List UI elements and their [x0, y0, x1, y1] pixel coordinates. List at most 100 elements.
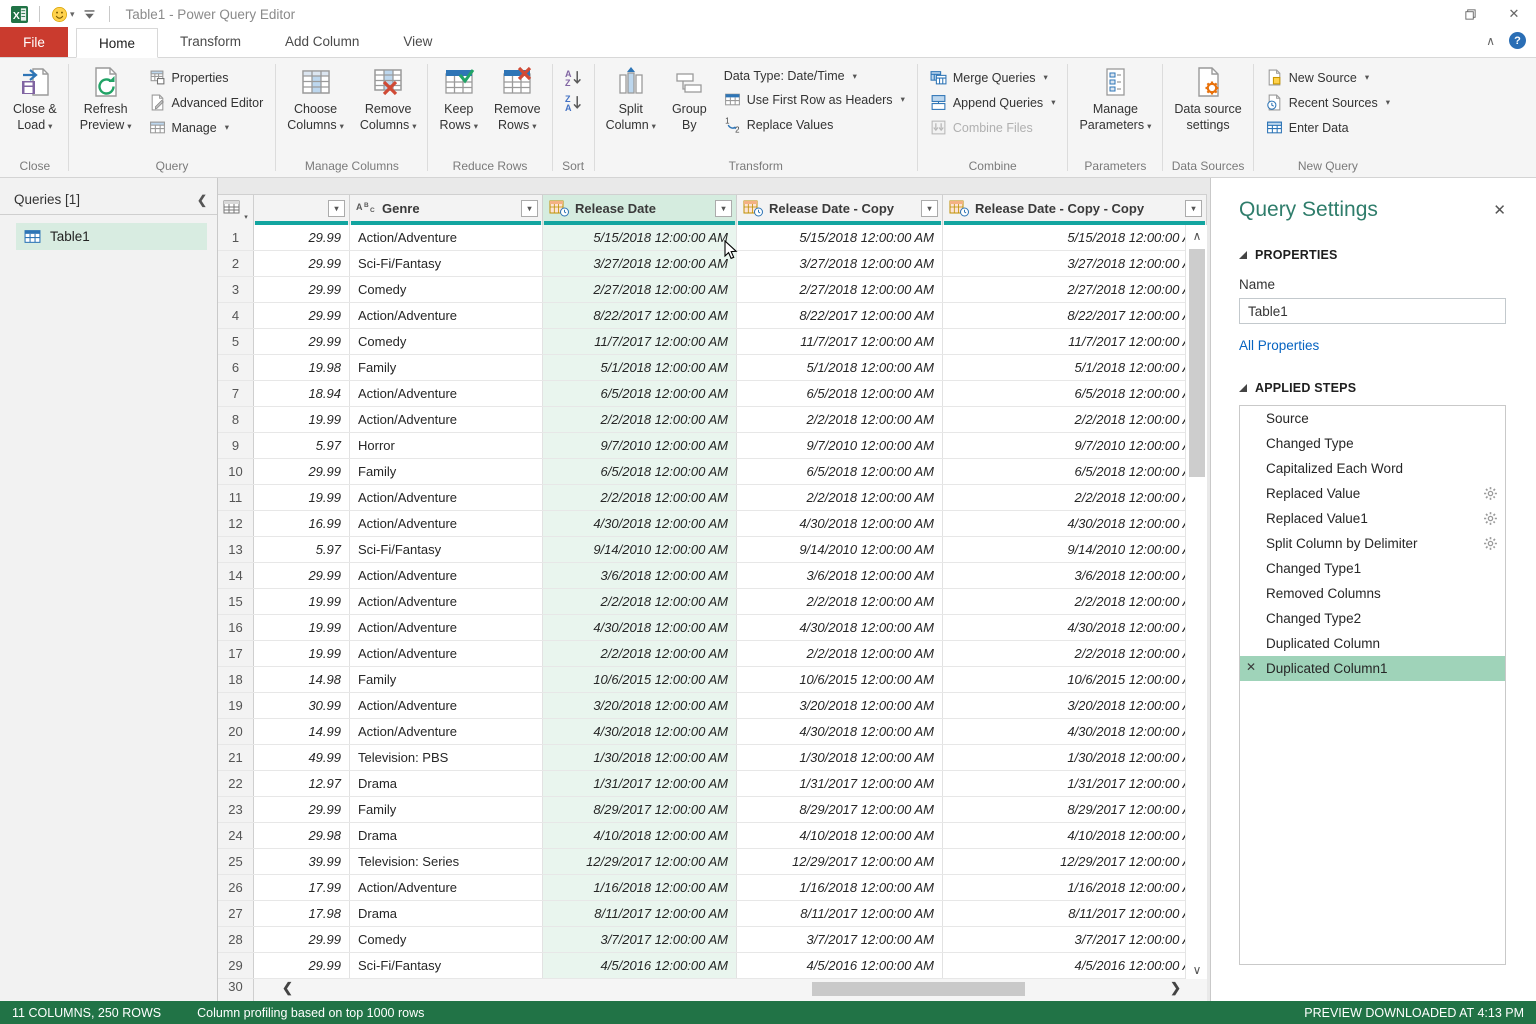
delete-step-icon[interactable]: ✕: [1246, 661, 1259, 674]
row-number[interactable]: 13: [218, 537, 254, 562]
cell-release-date-copy-copy[interactable]: 12/29/2017 12:00:00 AM: [943, 849, 1207, 874]
cell-price[interactable]: 49.99: [254, 745, 350, 770]
row-number[interactable]: 1: [218, 225, 254, 250]
cell-release-date-copy[interactable]: 3/7/2017 12:00:00 AM: [737, 927, 943, 952]
cell-release-date[interactable]: 3/20/2018 12:00:00 AM: [543, 693, 737, 718]
applied-step-duplicated-column1[interactable]: ✕Duplicated Column1: [1240, 656, 1505, 681]
cell-price[interactable]: 19.98: [254, 355, 350, 380]
row-number[interactable]: 4: [218, 303, 254, 328]
cell-release-date-copy[interactable]: 10/6/2015 12:00:00 AM: [737, 667, 943, 692]
cell-release-date-copy-copy[interactable]: 11/7/2017 12:00:00 AM: [943, 329, 1207, 354]
cell-release-date[interactable]: 6/5/2018 12:00:00 AM: [543, 459, 737, 484]
cell-price[interactable]: 29.99: [254, 563, 350, 588]
cell-release-date-copy[interactable]: 4/30/2018 12:00:00 AM: [737, 511, 943, 536]
row-number[interactable]: 10: [218, 459, 254, 484]
cell-release-date-copy-copy[interactable]: 2/27/2018 12:00:00 AM: [943, 277, 1207, 302]
data-type-date-time-button[interactable]: Data Type: Date/Time▾: [720, 68, 909, 84]
row-number[interactable]: 17: [218, 641, 254, 666]
cell-release-date-copy-copy[interactable]: 3/7/2017 12:00:00 AM: [943, 927, 1207, 952]
cell-genre[interactable]: Action/Adventure: [350, 303, 543, 328]
cell-release-date[interactable]: 1/30/2018 12:00:00 AM: [543, 745, 737, 770]
applied-step-split-column-by-delimiter[interactable]: Split Column by Delimiter: [1240, 531, 1505, 556]
cell-release-date-copy-copy[interactable]: 10/6/2015 12:00:00 AM: [943, 667, 1207, 692]
row-number[interactable]: 22: [218, 771, 254, 796]
cell-genre[interactable]: Sci-Fi/Fantasy: [350, 251, 543, 276]
cell-release-date[interactable]: 10/6/2015 12:00:00 AM: [543, 667, 737, 692]
manage-parameters-button[interactable]: ManageParameters▾: [1072, 60, 1158, 136]
cell-release-date-copy[interactable]: 1/16/2018 12:00:00 AM: [737, 875, 943, 900]
collapse-queries-pane-button[interactable]: ❮: [197, 193, 207, 207]
cell-price[interactable]: 19.99: [254, 641, 350, 666]
filter-dropdown-button[interactable]: ▾: [521, 200, 538, 217]
cell-genre[interactable]: Family: [350, 797, 543, 822]
merge-queries-button[interactable]: Merge Queries▾: [926, 68, 1060, 87]
sort-az-icon-button[interactable]: AZ: [561, 68, 586, 87]
cell-release-date-copy-copy[interactable]: 3/20/2018 12:00:00 AM: [943, 693, 1207, 718]
row-number[interactable]: 3: [218, 277, 254, 302]
close-load-button[interactable]: Close &Load▾: [6, 60, 64, 136]
cell-genre[interactable]: Action/Adventure: [350, 719, 543, 744]
row-number[interactable]: 12: [218, 511, 254, 536]
cell-price[interactable]: 16.99: [254, 511, 350, 536]
cell-release-date-copy[interactable]: 6/5/2018 12:00:00 AM: [737, 459, 943, 484]
cell-release-date-copy-copy[interactable]: 2/2/2018 12:00:00 AM: [943, 485, 1207, 510]
row-number[interactable]: 21: [218, 745, 254, 770]
horizontal-scroll-thumb[interactable]: [812, 982, 1025, 996]
cell-price[interactable]: 29.99: [254, 225, 350, 250]
cell-release-date-copy-copy[interactable]: 9/7/2010 12:00:00 AM: [943, 433, 1207, 458]
cell-release-date-copy[interactable]: 12/29/2017 12:00:00 AM: [737, 849, 943, 874]
row-number[interactable]: 7: [218, 381, 254, 406]
tab-transform[interactable]: Transform: [158, 27, 263, 57]
cell-genre[interactable]: Comedy: [350, 927, 543, 952]
cell-release-date[interactable]: 4/30/2018 12:00:00 AM: [543, 719, 737, 744]
cell-genre[interactable]: Action/Adventure: [350, 641, 543, 666]
scroll-right-arrow[interactable]: ❯: [1170, 980, 1181, 996]
row-number[interactable]: 18: [218, 667, 254, 692]
feedback-smiley-button[interactable]: ▾: [48, 6, 78, 23]
row-number[interactable]: 15: [218, 589, 254, 614]
use-first-row-as-headers-button[interactable]: Use First Row as Headers▾: [720, 90, 909, 109]
cell-release-date-copy[interactable]: 3/20/2018 12:00:00 AM: [737, 693, 943, 718]
cell-release-date[interactable]: 5/15/2018 12:00:00 AM: [543, 225, 737, 250]
keep-rows-button[interactable]: KeepRows▾: [432, 60, 485, 136]
cell-genre[interactable]: Comedy: [350, 329, 543, 354]
cell-genre[interactable]: Family: [350, 459, 543, 484]
cell-genre[interactable]: Action/Adventure: [350, 381, 543, 406]
cell-price[interactable]: 14.98: [254, 667, 350, 692]
tab-file[interactable]: File: [0, 27, 68, 57]
cell-price[interactable]: 12.97: [254, 771, 350, 796]
cell-release-date-copy[interactable]: 1/30/2018 12:00:00 AM: [737, 745, 943, 770]
cell-release-date-copy-copy[interactable]: 2/2/2018 12:00:00 AM: [943, 641, 1207, 666]
choose-columns-button[interactable]: ChooseColumns▾: [280, 60, 351, 136]
column-header-release-date-copy[interactable]: Release Date - Copy▾: [737, 195, 943, 225]
cell-price[interactable]: 18.94: [254, 381, 350, 406]
cell-release-date[interactable]: 6/5/2018 12:00:00 AM: [543, 381, 737, 406]
cell-release-date-copy-copy[interactable]: 6/5/2018 12:00:00 AM: [943, 381, 1207, 406]
cell-genre[interactable]: Family: [350, 667, 543, 692]
quick-access-customize-button[interactable]: [78, 6, 101, 23]
cell-genre[interactable]: Drama: [350, 771, 543, 796]
cell-release-date-copy[interactable]: 3/6/2018 12:00:00 AM: [737, 563, 943, 588]
cell-release-date[interactable]: 4/5/2016 12:00:00 AM: [543, 953, 737, 978]
gear-icon[interactable]: [1483, 536, 1498, 551]
column-header-price[interactable]: ▾: [254, 195, 350, 225]
cell-release-date[interactable]: 4/30/2018 12:00:00 AM: [543, 511, 737, 536]
row-number[interactable]: 8: [218, 407, 254, 432]
column-header-release-date-copy-copy[interactable]: Release Date - Copy - Copy▾: [943, 195, 1207, 225]
row-number[interactable]: 5: [218, 329, 254, 354]
cell-price[interactable]: 29.99: [254, 459, 350, 484]
enter-data-button[interactable]: Enter Data: [1262, 118, 1394, 137]
restore-window-button[interactable]: [1448, 0, 1492, 28]
cell-release-date-copy-copy[interactable]: 9/14/2010 12:00:00 AM: [943, 537, 1207, 562]
query-name-input[interactable]: [1239, 298, 1506, 324]
cell-genre[interactable]: Drama: [350, 901, 543, 926]
cell-release-date-copy[interactable]: 4/5/2016 12:00:00 AM: [737, 953, 943, 978]
row-number[interactable]: 9: [218, 433, 254, 458]
properties-button[interactable]: Properties: [145, 68, 268, 87]
cell-genre[interactable]: Action/Adventure: [350, 615, 543, 640]
cell-release-date[interactable]: 8/22/2017 12:00:00 AM: [543, 303, 737, 328]
cell-genre[interactable]: Action/Adventure: [350, 225, 543, 250]
cell-release-date[interactable]: 2/2/2018 12:00:00 AM: [543, 485, 737, 510]
row-number[interactable]: 29: [218, 953, 254, 978]
group-by-button[interactable]: GroupBy: [665, 60, 714, 136]
